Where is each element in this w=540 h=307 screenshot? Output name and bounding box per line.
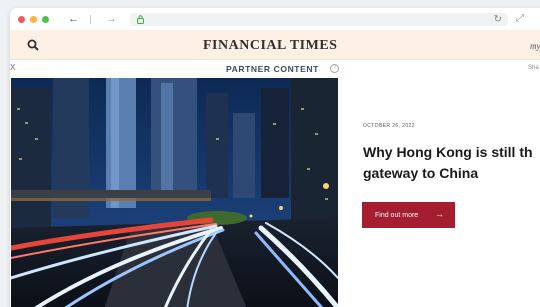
close-window-button[interactable] [18, 16, 25, 23]
account-link[interactable]: my [530, 41, 540, 51]
reload-icon[interactable]: ↻ [494, 14, 502, 25]
address-bar[interactable]: ↻ [130, 13, 508, 26]
browser-toolbar: ← → ↻ ⤢ [10, 8, 540, 30]
cta-label: Find out more [375, 211, 419, 219]
share-link[interactable]: Sha [528, 65, 539, 71]
hero-image [11, 78, 338, 307]
article-title[interactable]: Why Hong Kong is still th gateway to Chi… [363, 142, 540, 184]
minimize-window-button[interactable] [30, 16, 37, 23]
arrow-left-icon[interactable]: ← [68, 12, 79, 26]
lock-icon [137, 15, 144, 24]
site-logo[interactable]: FINANCIAL TIMES [203, 38, 337, 54]
partner-bar: X PARTNER CONTENT ? Sha [10, 60, 540, 78]
info-icon[interactable]: ? [330, 64, 339, 73]
find-out-more-button[interactable]: Find out more → [362, 202, 455, 228]
site-header: FINANCIAL TIMES my [10, 30, 540, 60]
toolbar-divider [90, 15, 91, 24]
article-date: OCTOBER 26, 2022 [363, 123, 415, 129]
partner-content-label: PARTNER CONTENT [226, 64, 319, 74]
arrow-right-icon: → [435, 209, 444, 219]
maximize-window-button[interactable] [42, 16, 49, 23]
search-icon[interactable] [27, 39, 39, 51]
article-title-line-2: gateway to China [363, 165, 479, 181]
expand-icon[interactable]: ⤢ [516, 13, 524, 24]
browser-window: ← → ↻ ⤢ FINANCIAL TIMES my X PARTNER CON… [10, 8, 540, 307]
close-icon[interactable]: X [10, 63, 15, 72]
arrow-right-icon[interactable]: → [106, 12, 117, 26]
article-title-line-1: Why Hong Kong is still th [363, 144, 533, 160]
